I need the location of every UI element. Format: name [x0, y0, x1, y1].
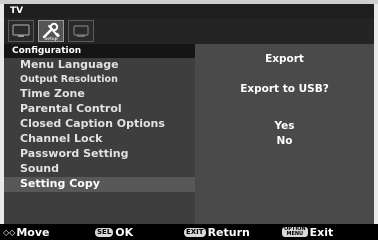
arrow-keys-icon: ◇◇ — [3, 227, 16, 237]
hint-move: ◇◇ Move — [3, 224, 49, 240]
menu-item-setting-copy[interactable]: Setting Copy — [4, 177, 195, 192]
tab-setup[interactable]: Setup — [38, 20, 64, 42]
hint-ok: SEL OK — [95, 224, 133, 240]
hint-return: EXIT Return — [184, 224, 250, 240]
menu-item-parental-control[interactable]: Parental Control — [4, 102, 195, 117]
menu-item-output-resolution[interactable]: Output Resolution — [4, 73, 195, 87]
hint-exit-label: Exit — [309, 225, 334, 239]
screen-icon — [73, 25, 89, 37]
section-header: Configuration — [4, 44, 195, 58]
configuration-panel: Configuration Menu Language Output Resol… — [4, 44, 195, 224]
menu-key-text: MENU — [286, 231, 304, 237]
configuration-menu: Menu Language Output Resolution Time Zon… — [4, 58, 195, 192]
menu-item-channel-lock[interactable]: Channel Lock — [4, 132, 195, 147]
tv-menu-screen: TV Setup Configuration Menu Language Out… — [0, 0, 378, 240]
hint-return-label: Return — [207, 225, 250, 239]
export-question: Export to USB? — [240, 83, 329, 95]
export-panel: Export Export to USB? Yes No — [195, 44, 374, 224]
hint-exit: OPTION MENU Exit — [282, 224, 333, 240]
tab-tv[interactable] — [8, 20, 34, 42]
sel-key-icon: SEL — [95, 227, 114, 237]
exit-key-icon: EXIT — [184, 227, 206, 237]
menu-item-password-setting[interactable]: Password Setting — [4, 147, 195, 162]
hint-move-label: Move — [16, 225, 50, 239]
tab-setup-label: Setup — [44, 36, 58, 41]
tab-bar: Setup — [4, 18, 374, 44]
menu-item-sound[interactable]: Sound — [4, 162, 195, 177]
menu-item-closed-caption-options[interactable]: Closed Caption Options — [4, 117, 195, 132]
option-yes[interactable]: Yes — [195, 120, 374, 132]
footer-hint-bar: ◇◇ Move SEL OK EXIT Return OPTION MENU E… — [0, 224, 378, 240]
export-title: Export — [265, 53, 304, 65]
option-menu-key-icon: OPTION MENU — [282, 227, 308, 237]
menu-item-menu-language[interactable]: Menu Language — [4, 58, 195, 73]
tab-screen[interactable] — [68, 20, 94, 42]
menu-item-time-zone[interactable]: Time Zone — [4, 87, 195, 102]
tv-monitor-icon — [12, 24, 30, 37]
hint-ok-label: OK — [115, 225, 134, 239]
window-title: TV — [4, 4, 374, 18]
option-no[interactable]: No — [195, 135, 374, 147]
